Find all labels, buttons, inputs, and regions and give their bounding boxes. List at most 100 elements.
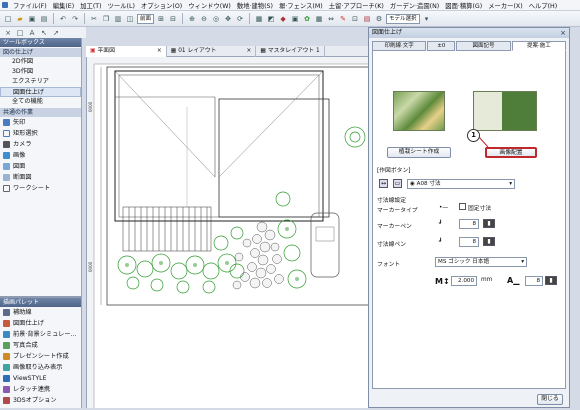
color-picker-icon[interactable]: ▮ (483, 237, 495, 246)
tool-label: ワークシート (13, 185, 51, 192)
fixed-dim-checkbox[interactable] (459, 203, 466, 210)
toolbox-group[interactable]: 共通の作業 (0, 108, 81, 117)
palette-item[interactable]: 補助線 (0, 307, 81, 318)
tab-master-layout[interactable]: ▦ マスタレイアウト 1 (256, 46, 325, 57)
print-preview-icon[interactable]: ▤ (362, 14, 372, 24)
menu-window[interactable]: ウィンドウ(W) (185, 1, 234, 10)
copy-icon[interactable]: ❐ (101, 14, 111, 24)
tab-layout[interactable]: ▦ 01 レイアウト × (167, 46, 257, 57)
menu-edit[interactable]: 編集(E) (50, 1, 78, 10)
color-picker-icon[interactable]: ▮ (545, 276, 557, 285)
menu-garden[interactable]: ガーデン·造園(N) (387, 1, 442, 10)
settings-icon[interactable]: ⚙ (374, 14, 384, 24)
align-icon[interactable]: ⊟ (168, 14, 178, 24)
palette-item[interactable]: 写真合成 (0, 340, 81, 351)
text-size-value[interactable]: 2.000 (451, 276, 477, 286)
palette-item[interactable]: 図面仕上げ (0, 318, 81, 329)
dialog-titlebar[interactable]: 図面仕上げ × (369, 28, 569, 38)
toolbox-item-3d[interactable]: 3D作図 (0, 67, 81, 77)
palette-item[interactable]: プレゼンシート作成 (0, 351, 81, 362)
arrow-tool-icon[interactable]: ↖ (39, 28, 49, 38)
menu-process[interactable]: 加工(T) (77, 1, 104, 10)
text-tool-icon[interactable]: A (27, 28, 37, 38)
measure-icon[interactable]: ⇔ (326, 14, 336, 24)
close-icon[interactable]: × (246, 46, 251, 57)
tab-plan[interactable]: ▣ 平面図 × (86, 46, 167, 57)
toolbox-item-all[interactable]: 全ての機能 (0, 97, 81, 107)
lock-icon[interactable]: ⊡ (350, 14, 360, 24)
paste-icon[interactable]: ▥ (113, 14, 123, 24)
toolbox-item-finish[interactable]: 図面仕上げ (0, 87, 81, 97)
open-folder-icon[interactable]: ▰ (15, 14, 25, 24)
pointer-icon[interactable]: ➚ (51, 28, 61, 38)
tab-level[interactable]: ±0 (427, 41, 456, 51)
camera-icon[interactable]: ▣ (290, 14, 300, 24)
palette-item[interactable]: 前景·背景シミュレー... (0, 329, 81, 340)
marker-pen-value[interactable]: 8 (459, 219, 479, 229)
zoom-fit-icon[interactable]: ◎ (211, 14, 221, 24)
color-picker-icon[interactable]: ▮ (483, 219, 495, 228)
toolbox-category[interactable]: 図の仕上げ (0, 48, 81, 57)
marker-icon[interactable]: ✎ (338, 14, 348, 24)
view-2d-icon[interactable]: ▦ (254, 14, 264, 24)
model-select[interactable]: モデル選択 (386, 13, 420, 24)
tool-rect-select[interactable]: 矩形選択 (0, 128, 81, 139)
print-icon[interactable]: ▤ (39, 14, 49, 24)
palette-item[interactable]: 3DSオプション (0, 395, 81, 406)
tab-symbols[interactable]: 図面記号 (456, 41, 511, 51)
ruler-label: 0000 (88, 101, 93, 112)
close-icon[interactable]: × (157, 46, 162, 57)
menu-tool[interactable]: ツール(L) (105, 1, 138, 10)
tool-image[interactable]: 画像 (0, 150, 81, 161)
plant-icon[interactable]: ✿ (302, 14, 312, 24)
tab-proposal[interactable]: 提案·施工 (511, 41, 566, 51)
palette-item[interactable]: ViewSTYLE (0, 373, 81, 384)
pen-tool-icon[interactable]: ▭ (393, 179, 402, 188)
dim-pen-value[interactable]: 8 (459, 237, 479, 247)
cut-icon[interactable]: ✂ (89, 14, 99, 24)
chevron-down-icon[interactable]: ▾ (422, 14, 432, 24)
dimension-select[interactable]: ◉ A08 寸法 ▾ (407, 179, 515, 189)
menu-maker[interactable]: メーカー(X) (485, 1, 525, 10)
menu-option[interactable]: オプション(O) (138, 1, 185, 10)
dimension-tool-icon[interactable]: ↔ (379, 179, 388, 188)
rectangle-tool-icon[interactable]: □ (15, 28, 25, 38)
tool-drawing[interactable]: 図面 (0, 161, 81, 172)
drawing-canvas[interactable]: 0000 0000 (86, 57, 370, 408)
menu-fence[interactable]: 塀·フェンス(M) (276, 1, 326, 10)
redo-icon[interactable]: ↷ (70, 14, 80, 24)
tool-camera[interactable]: カメラ (0, 139, 81, 150)
view-3d-icon[interactable]: ◩ (266, 14, 276, 24)
toolbox-item-2d[interactable]: 2D作図 (0, 57, 81, 67)
menu-approach[interactable]: 土留·アプローチ(K) (326, 1, 387, 10)
tool-worksheet[interactable]: ワークシート (0, 183, 81, 194)
font-select[interactable]: MS ゴシック 日本語 ▾ (435, 257, 527, 267)
snap-icon[interactable]: ⊞ (156, 14, 166, 24)
palette-item[interactable]: 画像取り込み表示 (0, 362, 81, 373)
pan-icon[interactable]: ✥ (223, 14, 233, 24)
undo-icon[interactable]: ↶ (58, 14, 68, 24)
render-icon[interactable]: ◆ (278, 14, 288, 24)
close-icon[interactable]: × (3, 28, 13, 38)
new-file-icon[interactable]: □ (3, 14, 13, 24)
rotate-icon[interactable]: ⟳ (235, 14, 245, 24)
zoom-out-icon[interactable]: ⊖ (199, 14, 209, 24)
tab-print-text[interactable]: 印刷線·文字 (372, 41, 427, 51)
text-pen-value[interactable]: 8 (525, 276, 543, 286)
save-icon[interactable]: ▣ (27, 14, 37, 24)
tool-arrow[interactable]: 矢印 (0, 117, 81, 128)
dialog-close-button[interactable]: 閉じる (537, 394, 563, 405)
menu-site[interactable]: 敷地·建物(S) (234, 1, 276, 10)
palette-item[interactable]: レタッチ連携 (0, 384, 81, 395)
layer-select[interactable]: 前面 (137, 13, 155, 24)
menu-drawing[interactable]: 図面·積算(G) (442, 1, 485, 10)
layer-icon[interactable]: ◫ (125, 14, 135, 24)
tool-section[interactable]: 断面図 (0, 172, 81, 183)
drawing-finish-dialog: 図面仕上げ × 印刷線·文字 ±0 図面記号 提案·施工 植栽シート作成 画像配… (368, 27, 570, 408)
zoom-in-icon[interactable]: ⊕ (187, 14, 197, 24)
grid-icon[interactable]: ▦ (314, 14, 324, 24)
menu-file[interactable]: ファイル(F) (10, 1, 50, 10)
menu-help[interactable]: ヘルプ(H) (526, 1, 561, 10)
toolbox-item-exterior[interactable]: エクステリア (0, 77, 81, 87)
close-icon[interactable]: × (559, 29, 567, 37)
